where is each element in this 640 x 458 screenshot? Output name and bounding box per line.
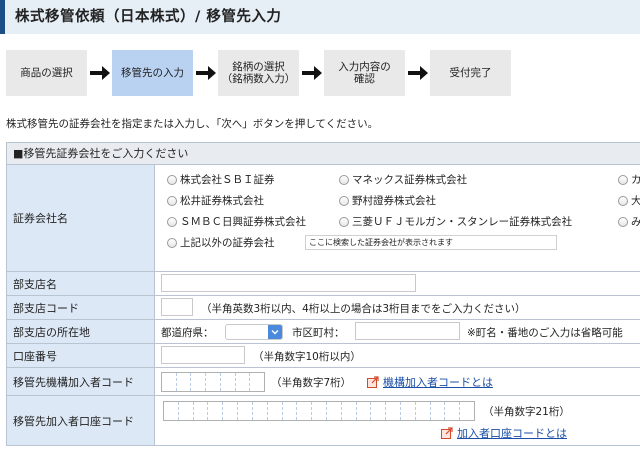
radio-icon[interactable] [167,195,177,206]
arrow-right-icon [299,50,324,96]
instruction-text: 株式移管先の証券会社を指定または入力し、「次へ」ボタンを押してください。 [6,118,379,130]
radio-icon[interactable] [339,174,349,185]
radio-icon[interactable] [618,195,628,206]
branch-code-note: （半角英数3桁以内、4桁以上の場合は3桁目までをご入力ください） [201,303,526,315]
broker-search-result: ここに検索した証券会社が表示されます [305,235,557,250]
prefecture-label: 都道府県： [161,327,214,339]
external-link-icon [367,376,379,388]
city-label: 市区町村： [292,327,345,339]
broker-row: 証券会社名 株式会社ＳＢＩ証券 マネックス証券株式会社 カ 松井証券株式会社 野… [6,165,640,272]
branch-code-label: 部支店コード [7,296,155,319]
page-title: 株式移管依頼（日本株式）/ 移管先入力 [15,9,282,25]
account-code-help-link[interactable]: 加入者口座コードとは [441,425,567,441]
broker-label: 証券会社名 [7,165,155,271]
arrow-right-icon [405,50,430,96]
broker-option-ka[interactable]: カ [618,172,640,187]
prefecture-select[interactable] [225,324,283,340]
transfer-form: ■移管先証券会社をご入力ください 証券会社名 株式会社ＳＢＩ証券 マネックス証券… [6,142,640,446]
branch-code-input[interactable] [161,298,193,316]
broker-options: 株式会社ＳＢＩ証券 マネックス証券株式会社 カ 松井証券株式会社 野村證券株式会… [155,165,640,271]
institution-code-label: 移管先機構加入者コード [7,368,155,395]
account-number-label: 口座番号 [7,344,155,367]
branch-name-row: 部支店名 [6,272,640,296]
form-section-header: ■移管先証券会社をご入力ください [6,143,640,165]
step-stock-select: 銘柄の選択 （銘柄数入力） [218,50,299,96]
chevron-down-icon [268,325,282,339]
institution-code-row: 移管先機構加入者コード （半角数字7桁） 機構加入者コードとは [6,368,640,396]
broker-option-monex[interactable]: マネックス証券株式会社 [339,172,467,187]
step-destination-input: 移管先の入力 [112,50,193,96]
account-code-input[interactable] [163,401,475,421]
broker-option-dai[interactable]: 大 [618,193,640,208]
branch-location-label: 部支店の所在地 [7,320,155,343]
account-number-note: （半角数字10桁以内） [253,351,361,363]
arrow-right-icon [193,50,218,96]
broker-option-other[interactable]: 上記以外の証券会社 [167,235,275,250]
step-indicator: 商品の選択 移管先の入力 銘柄の選択 （銘柄数入力） 入力内容の 確認 受付完了 [6,50,511,96]
radio-icon[interactable] [167,237,177,248]
branch-location-row: 部支店の所在地 都道府県： 市区町村： ※町名・番地のご入力は省略可能 [6,320,640,344]
broker-option-nomura[interactable]: 野村證券株式会社 [339,193,436,208]
radio-icon[interactable] [167,174,177,185]
radio-icon[interactable] [618,174,628,185]
radio-icon[interactable] [618,216,628,227]
account-number-row: 口座番号 （半角数字10桁以内） [6,344,640,368]
radio-icon[interactable] [339,195,349,206]
broker-option-mufg-ms[interactable]: 三菱ＵＦＪモルガン・スタンレー証券株式会社 [339,214,572,229]
broker-option-smbc-nikko[interactable]: ＳＭＢＣ日興証券株式会社 [167,214,306,229]
radio-icon[interactable] [167,216,177,227]
title-bar: 株式移管依頼（日本株式）/ 移管先入力 [0,0,640,34]
branch-code-row: 部支店コード （半角英数3桁以内、4桁以上の場合は3桁目までをご入力ください） [6,296,640,320]
account-code-row: 移管先加入者口座コード （半角数字21桁） 加入者口座コードとは [6,396,640,446]
city-input[interactable] [355,322,460,340]
account-number-input[interactable] [161,346,245,364]
broker-option-mi[interactable]: み [618,214,640,229]
step-confirm: 入力内容の 確認 [324,50,405,96]
step-complete: 受付完了 [430,50,511,96]
institution-code-input[interactable] [161,372,265,392]
institution-code-note: （半角数字7桁） [271,377,352,389]
branch-name-label: 部支店名 [7,272,155,295]
broker-option-matsui[interactable]: 松井証券株式会社 [167,193,264,208]
account-code-label: 移管先加入者口座コード [7,396,155,445]
step-product-select: 商品の選択 [6,50,87,96]
broker-option-sbi[interactable]: 株式会社ＳＢＩ証券 [167,172,275,187]
external-link-icon [441,427,453,439]
address-note: ※町名・番地のご入力は省略可能 [467,327,623,339]
account-code-note: （半角数字21桁） [483,406,570,418]
branch-name-input[interactable] [161,274,416,292]
radio-icon[interactable] [339,216,349,227]
arrow-right-icon [87,50,112,96]
institution-code-help-link[interactable]: 機構加入者コードとは [367,374,493,390]
